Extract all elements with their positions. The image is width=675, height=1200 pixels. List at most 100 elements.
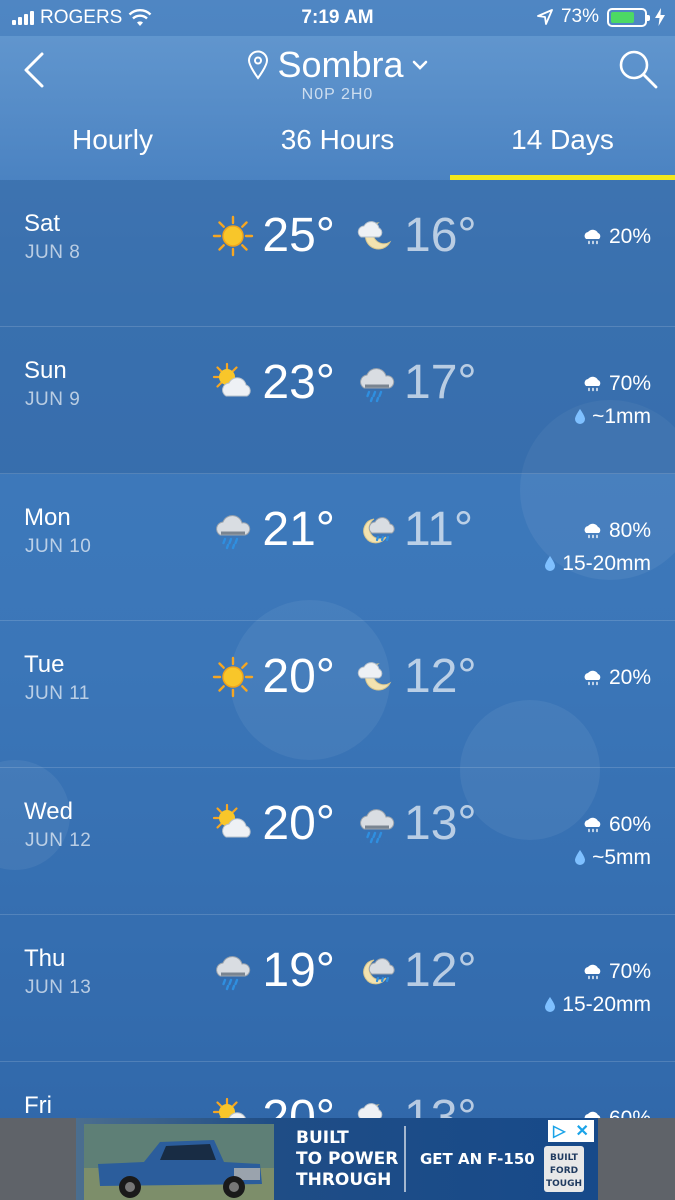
high-temp-group: 20° <box>212 649 335 704</box>
precip-cloud-icon <box>584 670 601 685</box>
low-temp: 13° <box>404 797 477 850</box>
precip-amount: 15-20mm <box>562 552 651 575</box>
truck-image <box>84 1124 274 1200</box>
raindrop-icon <box>575 409 586 424</box>
location-pin-icon <box>248 50 269 80</box>
low-temp-group: 13° <box>356 1090 477 1118</box>
ad-cta[interactable]: GET AN F-150 <box>420 1150 535 1168</box>
high-temp-group: 20° <box>212 796 335 851</box>
rain-icon <box>212 950 254 992</box>
day-date: JUN 8 <box>25 242 81 263</box>
ad-close-icon[interactable]: ✕ <box>576 1121 589 1141</box>
precip-cloud-icon <box>584 964 601 979</box>
day-name: Sat <box>24 210 61 237</box>
city-name: Sombra <box>277 44 404 85</box>
rain-icon <box>212 509 254 551</box>
precip-amount: ~5mm <box>592 846 651 869</box>
low-temp-group: 12° <box>356 943 477 998</box>
low-temp-group: 11° <box>356 502 473 557</box>
location-arrow-icon <box>537 9 553 25</box>
location-selector[interactable]: Sombra N0P 2H0 <box>0 44 675 104</box>
precip-chance: 70% <box>608 960 651 983</box>
forecast-row[interactable]: Tue JUN 11 20° 12° 20% <box>0 621 675 768</box>
ad-banner[interactable]: BUILT TO POWER THROUGH GET AN F-150 BUIL… <box>0 1118 675 1200</box>
precipitation: 60% ~5mm <box>574 808 651 874</box>
rain-icon <box>356 803 398 845</box>
low-temp-group: 13° <box>356 796 477 851</box>
precip-chance: 60% <box>608 813 651 836</box>
ad-headline: BUILT TO POWER THROUGH <box>296 1128 399 1190</box>
day-date: JUN 9 <box>25 389 81 410</box>
forecast-row[interactable]: Sat JUN 8 25° 16° 20% <box>0 180 675 327</box>
low-temp: 17° <box>404 356 477 409</box>
high-temp: 20° <box>262 650 335 703</box>
forecast-row[interactable]: Thu JUN 13 19° 12° 70% 15-20mm <box>0 915 675 1062</box>
high-temp: 19° <box>262 944 335 997</box>
cloudy-night-icon <box>356 656 398 698</box>
ad-info-icon[interactable]: ▷ <box>553 1121 565 1141</box>
tab-hourly[interactable]: Hourly <box>0 120 225 180</box>
day-date: JUN 13 <box>25 977 92 998</box>
postal-code: N0P 2H0 <box>301 86 374 103</box>
high-temp: 20° <box>262 797 335 850</box>
precip-amount: 15-20mm <box>562 993 651 1016</box>
status-bar: ROGERS 7:19 AM 73% <box>0 0 675 36</box>
precip-chance: 70% <box>608 372 651 395</box>
precipitation: 70% 15-20mm <box>544 955 651 1021</box>
rain-night-icon <box>356 509 398 551</box>
ad-choices-icon[interactable]: ▷ ✕ <box>548 1120 594 1142</box>
day-name: Thu <box>24 945 66 972</box>
forecast-row[interactable]: Mon JUN 10 21° 11° 80% 15-20mm <box>0 474 675 621</box>
precip-cloud-icon <box>584 376 601 391</box>
forecast-row[interactable]: Sun JUN 9 23° 17° 70% ~1mm <box>0 327 675 474</box>
high-temp-group: 25° <box>212 208 335 263</box>
ad-creative[interactable]: BUILT TO POWER THROUGH GET AN F-150 BUIL… <box>76 1118 598 1200</box>
precip-cloud-icon <box>584 817 601 832</box>
low-temp: 13° <box>404 1091 477 1118</box>
forecast-list[interactable]: Sat JUN 8 25° 16° 20% Sun JUN 9 23° 17° 70% ~1mm Mo… <box>0 180 675 1118</box>
day-date: JUN 10 <box>25 536 92 557</box>
day-name: Sun <box>24 357 67 384</box>
tab-14-days[interactable]: 14 Days <box>450 120 675 180</box>
partly-cloudy-icon <box>212 803 254 845</box>
partly-cloudy-icon <box>212 362 254 404</box>
high-temp-group: 23° <box>212 355 335 410</box>
tab-36-hours[interactable]: 36 Hours <box>225 120 450 180</box>
high-temp-group: 21° <box>212 502 335 557</box>
ad-divider <box>404 1126 406 1192</box>
precip-chance: 80% <box>608 519 651 542</box>
day-date: JUN 11 <box>25 683 90 704</box>
rain-night-icon <box>356 950 398 992</box>
built-ford-tough-logo: BUILT FORD TOUGH <box>544 1146 584 1192</box>
precipitation: 80% 15-20mm <box>544 514 651 580</box>
precipitation: 20% <box>583 661 651 694</box>
low-temp-group: 16° <box>356 208 477 263</box>
raindrop-icon <box>545 997 556 1012</box>
tab-bar: Hourly 36 Hours 14 Days <box>0 120 675 180</box>
charging-icon <box>655 8 665 26</box>
precip-chance: 20% <box>608 225 651 248</box>
high-temp: 25° <box>262 209 335 262</box>
precipitation: 20% <box>583 220 651 253</box>
sunny-icon <box>212 656 254 698</box>
forecast-row[interactable]: Fri 20° 13° 60% <box>0 1062 675 1118</box>
high-temp-group: 19° <box>212 943 335 998</box>
day-name: Wed <box>24 798 73 825</box>
raindrop-icon <box>575 850 586 865</box>
sunny-icon <box>212 215 254 257</box>
low-temp: 16° <box>404 209 477 262</box>
app-header: Sombra N0P 2H0 Hourly 36 Hours 14 Days <box>0 36 675 180</box>
high-temp-group: 20° <box>212 1090 335 1118</box>
precip-cloud-icon <box>584 523 601 538</box>
precip-chance: 60% <box>609 1102 651 1118</box>
precip-chance: 20% <box>608 666 651 689</box>
cloudy-night-icon <box>356 1097 398 1118</box>
chevron-down-icon <box>412 60 427 70</box>
low-temp: 12° <box>404 944 477 997</box>
search-icon[interactable] <box>617 48 659 90</box>
partly-cloudy-icon <box>212 1097 254 1118</box>
high-temp: 23° <box>262 356 335 409</box>
forecast-row[interactable]: Wed JUN 12 20° 13° 60% ~5mm <box>0 768 675 915</box>
day-date: JUN 12 <box>25 830 92 851</box>
high-temp: 21° <box>262 503 335 556</box>
